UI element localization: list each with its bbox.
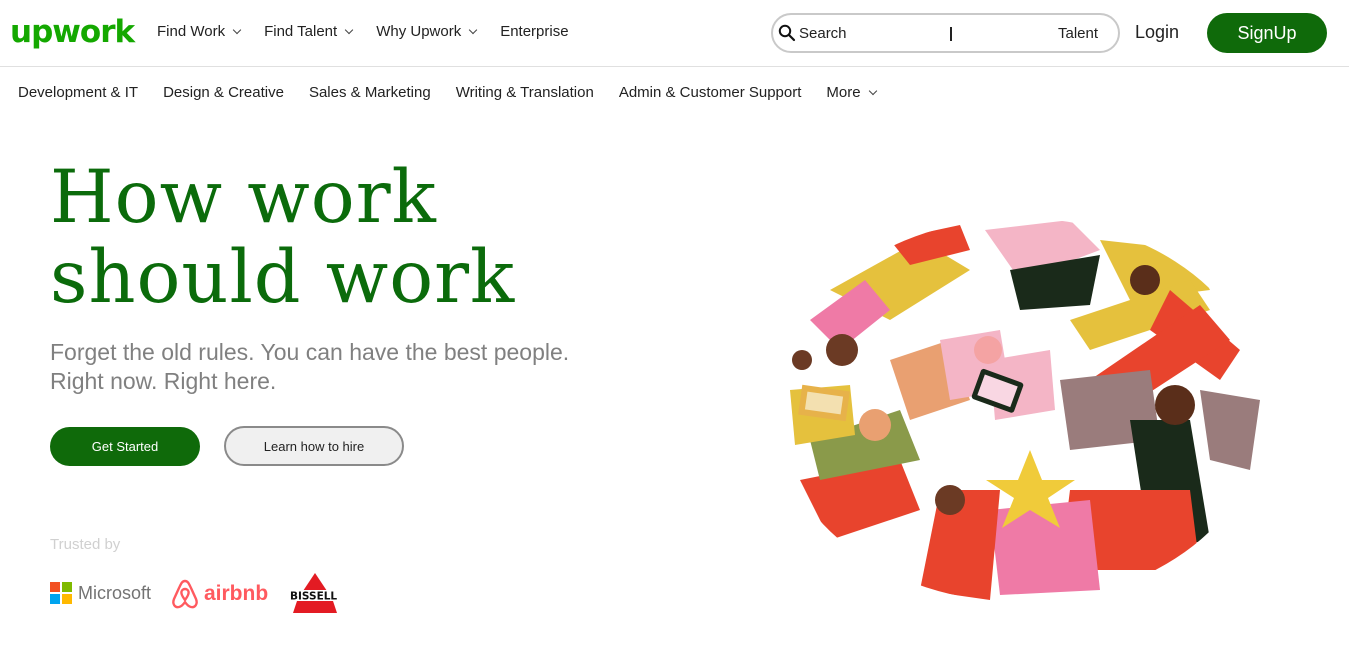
category-writing-translation[interactable]: Writing & Translation — [456, 83, 594, 103]
category-design-creative[interactable]: Design & Creative — [163, 83, 284, 103]
svg-text:BISSELL: BISSELL — [290, 591, 337, 603]
trusted-by-label: Trusted by — [50, 536, 121, 553]
search-icon — [778, 24, 796, 42]
chevron-down-icon — [468, 25, 478, 35]
search-input[interactable]: Search Talent — [771, 13, 1120, 53]
microsoft-logo: Microsoft — [50, 582, 151, 604]
nav-find-talent[interactable]: Find Talent — [264, 22, 354, 42]
get-started-button[interactable]: Get Started — [50, 427, 200, 466]
main-nav: Find Work Find Talent Why Upwork Enterpr… — [157, 22, 593, 42]
category-sales-marketing[interactable]: Sales & Marketing — [309, 83, 431, 103]
airbnb-belo-icon — [172, 579, 198, 609]
nav-find-work-label: Find Work — [157, 23, 226, 40]
search-divider — [950, 27, 952, 41]
chevron-down-icon — [344, 25, 354, 35]
nav-find-talent-label: Find Talent — [264, 23, 338, 40]
nav-enterprise[interactable]: Enterprise — [500, 22, 568, 42]
category-nav: Development & IT Design & Creative Sales… — [18, 83, 901, 103]
nav-find-work[interactable]: Find Work — [157, 22, 242, 42]
category-admin-support[interactable]: Admin & Customer Support — [619, 83, 802, 103]
hero-illustration — [775, 218, 1265, 602]
microsoft-wordmark: Microsoft — [78, 582, 152, 603]
chevron-down-icon — [868, 86, 877, 96]
search-scope-selector[interactable]: Talent — [1058, 25, 1098, 42]
login-link[interactable]: Login — [1135, 22, 1179, 43]
search-placeholder: Search — [799, 25, 847, 42]
bissell-logo-icon: BISSELL — [289, 573, 349, 613]
category-more[interactable]: More — [826, 83, 877, 103]
learn-how-to-hire-button[interactable]: Learn how to hire — [224, 426, 404, 466]
bissell-logo: BISSELL — [288, 572, 352, 619]
category-development-it[interactable]: Development & IT — [18, 83, 138, 103]
signup-button[interactable]: SignUp — [1207, 13, 1327, 53]
hero-subtitle-line2: Right now. Right here. — [50, 368, 277, 394]
hero-title-line2: should work — [50, 235, 516, 320]
hero-subtitle-line1: Forget the old rules. You can have the b… — [50, 339, 570, 365]
microsoft-grid-icon — [50, 582, 72, 604]
top-header: upwork Find Work Find Talent Why Upwork … — [0, 0, 1349, 67]
chevron-down-icon — [232, 25, 242, 35]
upwork-logo[interactable]: upwork — [10, 12, 135, 52]
nav-why-upwork-label: Why Upwork — [376, 23, 462, 40]
nav-enterprise-label: Enterprise — [500, 23, 569, 40]
hero-title: How work should work — [50, 158, 515, 318]
hero-subtitle: Forget the old rules. You can have the b… — [50, 338, 650, 396]
category-more-label: More — [826, 84, 861, 101]
nav-why-upwork[interactable]: Why Upwork — [376, 22, 478, 42]
airbnb-logo: airbnb — [170, 578, 268, 610]
hero-title-line1: How work — [50, 155, 437, 240]
airbnb-wordmark: airbnb — [204, 582, 269, 605]
